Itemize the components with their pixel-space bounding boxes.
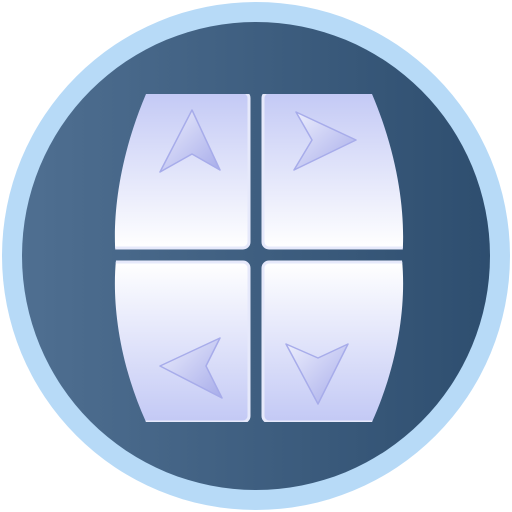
inner-disc bbox=[22, 22, 490, 490]
four-direction-pad-icon bbox=[2, 2, 510, 510]
